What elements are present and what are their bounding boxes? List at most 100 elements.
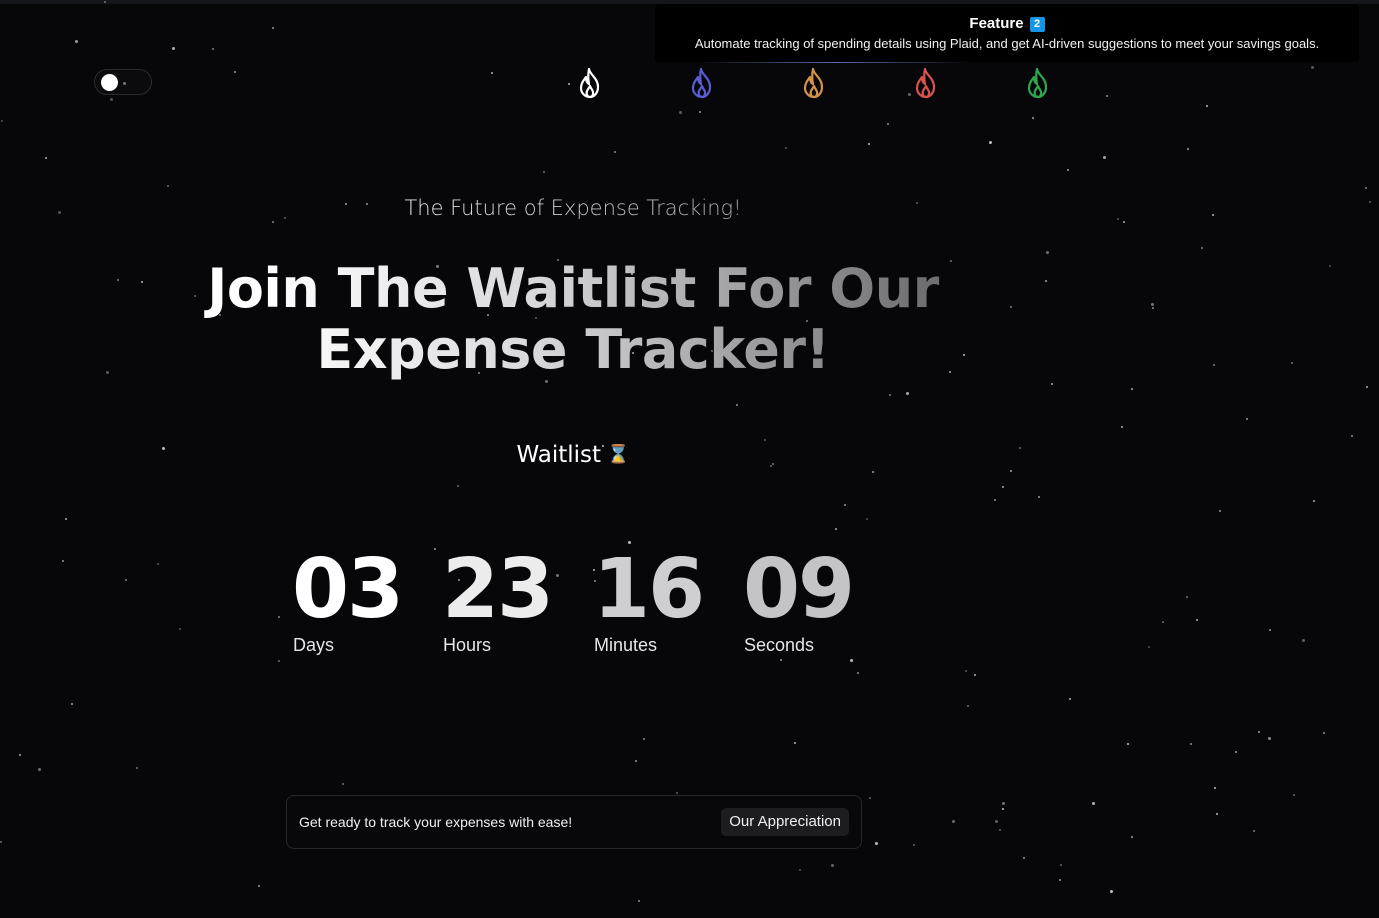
star-dot (157, 563, 159, 565)
star-dot (1351, 435, 1353, 437)
toast-glow-line (700, 62, 970, 63)
star-dot (857, 672, 859, 674)
star-dot (543, 171, 545, 173)
star-dot (234, 71, 236, 73)
star-dot (1127, 743, 1129, 745)
star-dot (38, 768, 41, 771)
star-dot (1002, 486, 1004, 488)
star-dot (1365, 187, 1367, 189)
star-dot (272, 221, 274, 223)
flame-icon-red[interactable] (912, 67, 940, 99)
star-dot (643, 738, 645, 740)
toggle-knob (101, 74, 118, 91)
star-dot (1152, 307, 1154, 309)
cta-text: Get ready to track your expenses with ea… (299, 814, 573, 830)
feature-toast[interactable]: Feature 2 Automate tracking of spending d… (655, 4, 1359, 62)
countdown-minutes: 16 Minutes (593, 545, 705, 656)
star-dot (1235, 751, 1237, 753)
headline-line-1: Join The Waitlist For Our (207, 257, 939, 320)
star-dot (434, 548, 436, 550)
star-dot (1045, 280, 1047, 282)
flame-icon-blue[interactable] (688, 67, 716, 99)
star-dot (952, 820, 955, 823)
star-dot (889, 394, 891, 396)
cta-bar: Get ready to track your expenses with ea… (286, 795, 862, 849)
star-dot (1186, 596, 1188, 598)
flame-icon-green[interactable] (1024, 67, 1052, 99)
hourglass-icon: ⌛ (607, 444, 630, 465)
countdown-days-label: Days (293, 635, 335, 655)
flame-icon-white[interactable] (576, 67, 604, 99)
star-dot (1213, 364, 1215, 366)
star-dot (785, 147, 787, 149)
star-dot (764, 439, 766, 441)
star-dot (1092, 802, 1095, 805)
star-dot (71, 703, 73, 705)
star-dot (638, 900, 640, 902)
star-dot (1023, 857, 1025, 859)
star-dot (457, 485, 459, 487)
star-dot (835, 528, 837, 530)
star-dot (1121, 426, 1123, 428)
flame-icon (579, 67, 600, 99)
star-dot (167, 185, 169, 187)
star-dot (45, 157, 47, 159)
star-dot (1190, 743, 1192, 745)
star-dot (62, 560, 64, 562)
toggle-dot (123, 82, 126, 85)
theme-toggle[interactable] (94, 69, 152, 95)
star-dot (887, 123, 889, 125)
headline-line-2: Expense Tracker! (316, 318, 830, 381)
star-dot (1162, 621, 1164, 623)
star-dot (1103, 156, 1106, 159)
star-dot (850, 659, 853, 662)
star-dot (736, 404, 738, 406)
star-dot (872, 471, 874, 473)
star-dot (1032, 117, 1034, 119)
star-dot (1131, 836, 1133, 838)
star-dot (1246, 418, 1248, 420)
star-dot (1366, 386, 1368, 388)
star-dot (868, 143, 870, 145)
star-dot (1046, 251, 1049, 254)
star-dot (272, 27, 274, 29)
page: Feature 2 Automate tracking of spending d… (0, 0, 1379, 918)
star-dot (212, 48, 214, 50)
toast-title: Feature (969, 15, 1024, 32)
flame-icon (803, 67, 824, 99)
star-dot (831, 864, 834, 867)
star-dot (1302, 639, 1305, 642)
star-dot (989, 141, 992, 144)
star-dot (1106, 95, 1108, 97)
our-appreciation-button[interactable]: Our Appreciation (721, 808, 849, 836)
star-dot (1369, 201, 1371, 203)
star-dot (1151, 303, 1154, 306)
star-dot (1214, 787, 1216, 789)
star-dot (1110, 890, 1113, 893)
star-dot (967, 705, 969, 707)
star-dot (556, 574, 559, 577)
star-dot (866, 518, 868, 520)
star-dot (1010, 470, 1012, 472)
star-dot (1258, 731, 1260, 733)
hero-headline: Join The Waitlist For Our Expense Tracke… (180, 258, 966, 380)
star-dot (614, 151, 616, 153)
star-dot (994, 499, 996, 501)
star-dot (1187, 148, 1189, 150)
star-dot (844, 504, 846, 506)
star-dot (1291, 362, 1293, 364)
countdown-seconds-value: 09 (743, 542, 855, 637)
star-dot (1323, 732, 1325, 734)
star-dot (913, 844, 915, 846)
star-dot (999, 829, 1001, 831)
star-dot (106, 371, 109, 374)
star-dot (906, 392, 909, 395)
star-dot (965, 670, 967, 672)
star-dot (974, 674, 976, 676)
star-dot (799, 869, 801, 871)
flame-icon-orange[interactable] (800, 67, 828, 99)
countdown-hours: 23 Hours (442, 545, 554, 656)
star-dot (1293, 794, 1295, 796)
star-dot (278, 616, 280, 618)
star-dot (869, 797, 871, 799)
